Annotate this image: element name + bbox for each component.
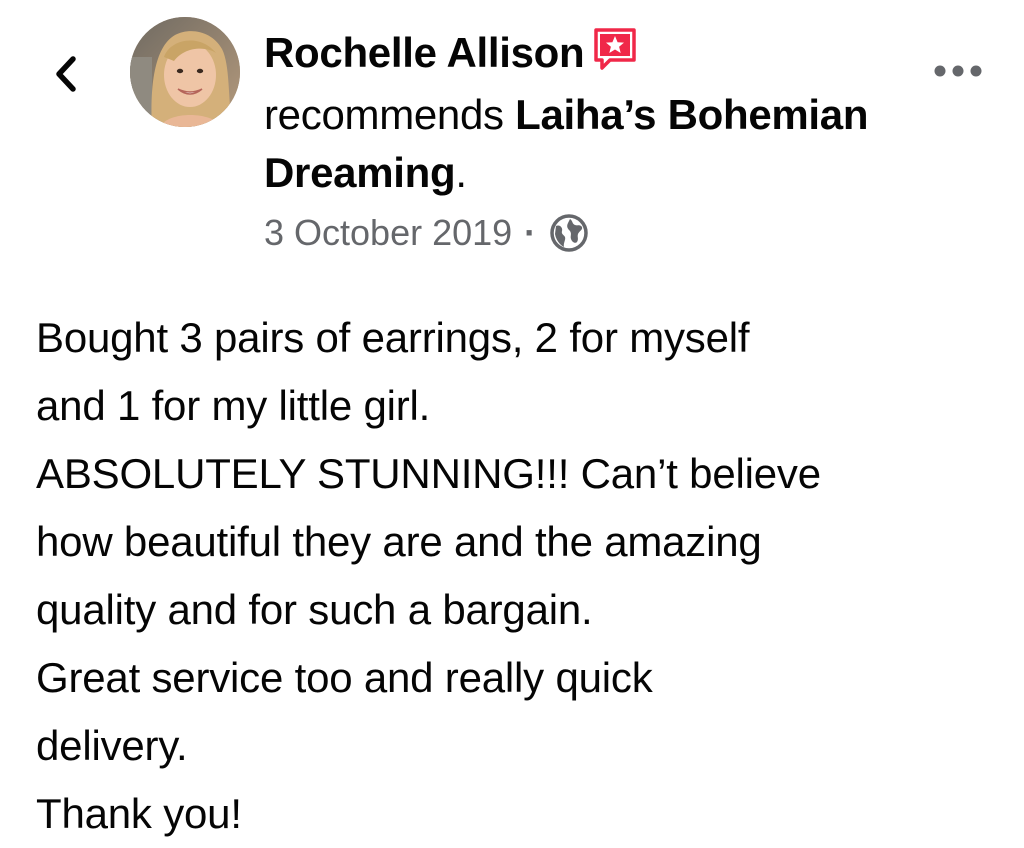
more-horizontal-icon	[934, 65, 982, 77]
recommendation-star-icon	[592, 25, 638, 86]
post-date[interactable]: 3 October 2019	[264, 212, 512, 254]
body-line: Thank you!	[36, 790, 242, 837]
chevron-left-icon	[56, 56, 76, 92]
body-line: Great service too and really quick	[36, 654, 653, 701]
author-line: Rochelle Allison	[264, 24, 884, 86]
profile-photo	[130, 17, 240, 127]
meta-separator: ·	[524, 212, 537, 253]
body-line: delivery.	[36, 722, 188, 769]
body-line: ABSOLUTELY STUNNING!!! Can’t believe	[36, 450, 821, 497]
body-line: how beautiful they are and the amazing	[36, 518, 762, 565]
post-meta: 3 October 2019 ·	[264, 212, 590, 254]
globe-icon[interactable]	[548, 212, 590, 254]
avatar[interactable]	[130, 17, 240, 127]
back-button[interactable]	[46, 52, 86, 96]
recommends-text: recommends	[264, 91, 504, 138]
body-line: quality and for such a bargain.	[36, 586, 593, 633]
body-line: and 1 for my little girl.	[36, 382, 431, 429]
recommendation-line: recommends Laiha’s Bohemian Dreaming.	[264, 86, 884, 202]
post-header: Rochelle Allison recommends Laiha’s Bohe…	[264, 24, 884, 202]
post-body: Bought 3 pairs of earrings, 2 for myself…	[36, 304, 1011, 848]
more-options-button[interactable]	[928, 56, 988, 86]
body-line: Bought 3 pairs of earrings, 2 for myself	[36, 314, 750, 361]
period-text: .	[455, 149, 467, 196]
author-name[interactable]: Rochelle Allison	[264, 29, 585, 76]
